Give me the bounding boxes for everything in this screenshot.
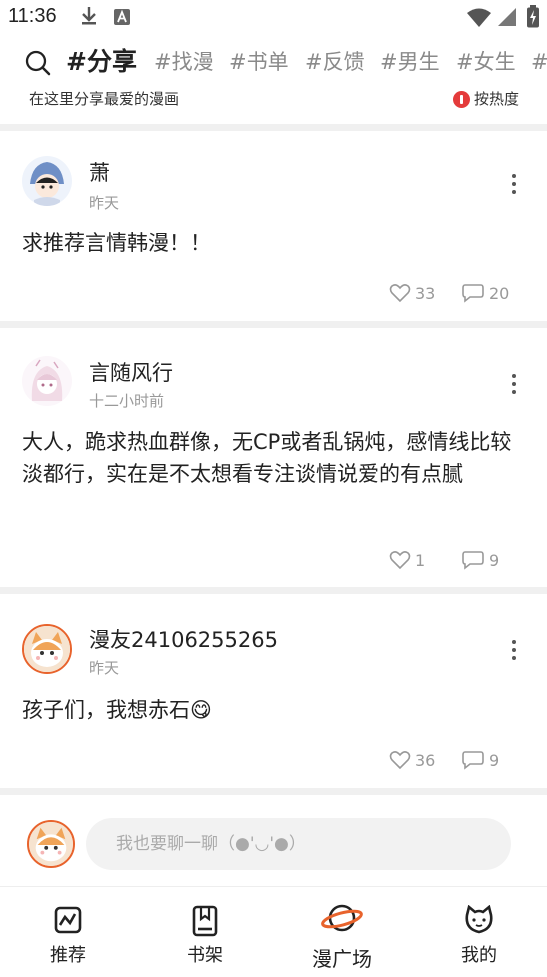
planet-icon — [321, 904, 363, 932]
sub-header: 在这里分享最爱的漫画 按热度 — [0, 86, 547, 114]
post-time: 昨天 — [89, 194, 120, 212]
comment-bar: 我也要聊一聊（●'◡'●） — [0, 804, 547, 884]
comment-icon — [462, 284, 484, 303]
comment-input[interactable]: 我也要聊一聊（●'◡'●） — [86, 818, 511, 870]
like-button[interactable]: 36 — [389, 750, 435, 770]
like-count: 1 — [415, 550, 426, 570]
nav-manga-square[interactable]: 漫广场 — [274, 887, 410, 977]
search-icon[interactable] — [25, 50, 51, 76]
comment-button[interactable]: 9 — [461, 550, 499, 570]
avatar[interactable] — [22, 156, 72, 206]
wifi-icon — [467, 8, 491, 27]
comment-count: 9 — [489, 550, 500, 570]
avatar[interactable] — [22, 624, 72, 674]
cellular-signal-icon — [498, 8, 516, 26]
cat-face-icon — [465, 905, 493, 934]
tab-female[interactable]: #女生 — [456, 42, 516, 82]
post-time: 昨天 — [89, 659, 120, 677]
tab-male[interactable]: #男生 — [380, 42, 440, 82]
comment-button[interactable]: 9 — [461, 750, 499, 770]
bookshelf-icon — [192, 905, 218, 937]
more-options-icon[interactable] — [511, 174, 517, 196]
username[interactable]: 萧 — [89, 157, 110, 187]
more-options-icon[interactable] — [511, 640, 517, 662]
post-card[interactable]: 萧 昨天 求推荐言情韩漫！！ 33 20 — [0, 131, 547, 321]
recommend-icon — [54, 906, 82, 934]
sort-button[interactable]: 按热度 — [452, 86, 519, 112]
battery-charging-icon — [527, 5, 539, 28]
post-card[interactable]: 言随风行 十二小时前 大人，跪求热血群像，无CP或者乱锅炖，感情线比较淡都行，实… — [0, 328, 547, 587]
topic-tabs: #分享 #找漫 #书单 #反馈 #男生 #女生 # — [0, 42, 547, 84]
heart-icon — [389, 284, 411, 303]
nav-label: 我的 — [461, 945, 497, 966]
heart-icon — [389, 751, 411, 770]
divider — [0, 587, 547, 594]
divider — [0, 321, 547, 328]
post-text[interactable]: 大人，跪求热血群像，无CP或者乱锅炖，感情线比较淡都行，实在是不太想看专注谈情说… — [22, 426, 532, 490]
status-bar: 11:36 — [0, 0, 547, 34]
sort-label: 按热度 — [473, 90, 519, 108]
nav-mine[interactable]: 我的 — [411, 887, 547, 977]
heart-icon — [389, 551, 411, 570]
nav-recommend[interactable]: 推荐 — [0, 887, 136, 977]
comment-icon — [462, 751, 484, 770]
tab-book-list[interactable]: #书单 — [229, 42, 289, 82]
like-button[interactable]: 33 — [389, 283, 435, 303]
nav-label: 推荐 — [50, 945, 86, 966]
app-notification-icon — [114, 9, 130, 25]
status-time: 11:36 — [8, 5, 57, 27]
nav-bookshelf[interactable]: 书架 — [137, 887, 273, 977]
comment-icon — [462, 551, 484, 570]
post-text[interactable]: 孩子们，我想赤石😋 — [22, 694, 532, 726]
nav-label: 漫广场 — [312, 947, 372, 971]
divider — [0, 124, 547, 131]
tab-share[interactable]: #分享 — [66, 42, 137, 82]
tab-more-partial[interactable]: # — [531, 42, 547, 82]
section-description: 在这里分享最爱的漫画 — [29, 90, 180, 108]
like-button[interactable]: 1 — [389, 550, 425, 570]
comment-button[interactable]: 20 — [461, 283, 509, 303]
tab-find-manga[interactable]: #找漫 — [154, 42, 214, 82]
my-avatar[interactable] — [27, 820, 75, 868]
download-icon — [82, 7, 96, 25]
comment-count: 9 — [489, 750, 500, 770]
username[interactable]: 言随风行 — [89, 357, 173, 387]
tab-feedback[interactable]: #反馈 — [305, 42, 365, 82]
more-options-icon[interactable] — [511, 374, 517, 396]
like-count: 33 — [415, 283, 436, 303]
bottom-nav: 推荐 书架 漫广场 我的 — [0, 886, 547, 977]
sort-icon — [452, 90, 470, 108]
post-card[interactable]: 漫友24106255265 昨天 孩子们，我想赤石😋 36 9 — [0, 594, 547, 788]
comment-count: 20 — [489, 283, 510, 303]
like-count: 36 — [415, 750, 436, 770]
avatar[interactable] — [22, 356, 72, 406]
username[interactable]: 漫友24106255265 — [89, 624, 278, 654]
post-text[interactable]: 求推荐言情韩漫！！ — [22, 227, 532, 259]
divider — [0, 788, 547, 795]
nav-label: 书架 — [187, 945, 223, 966]
post-time: 十二小时前 — [89, 392, 165, 410]
